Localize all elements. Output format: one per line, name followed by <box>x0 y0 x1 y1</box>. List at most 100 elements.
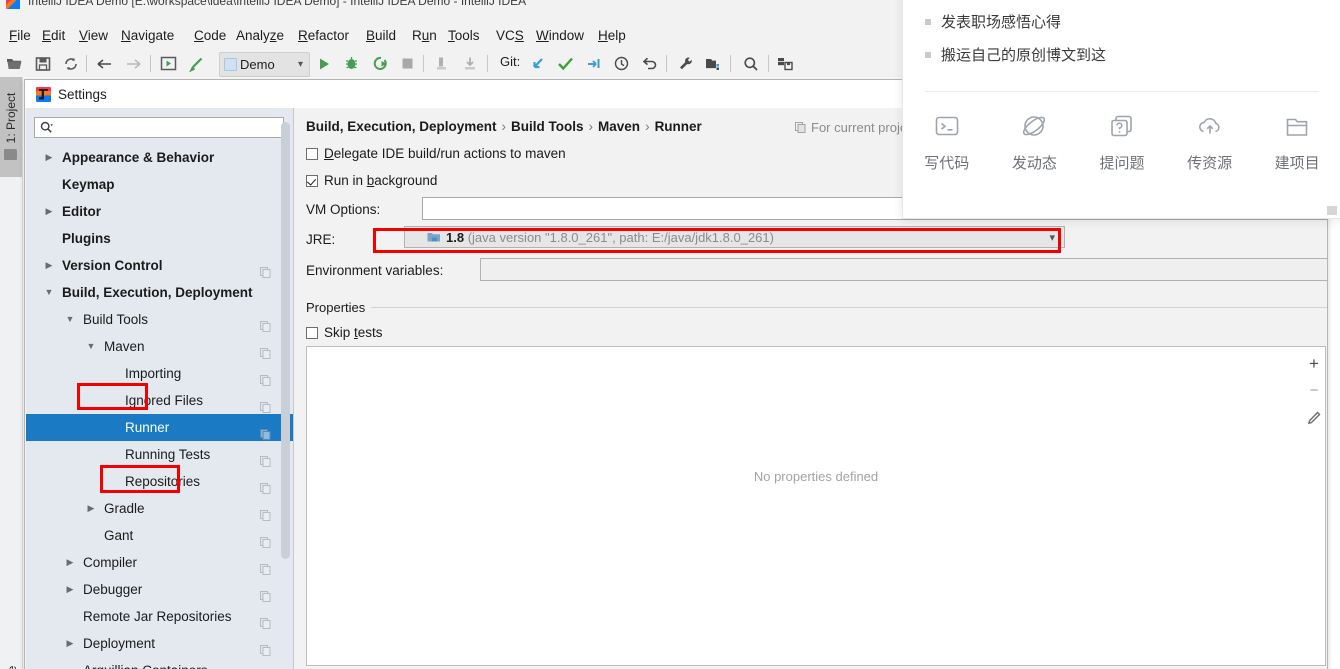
push-icon[interactable] <box>583 53 604 74</box>
back-arrow-icon[interactable] <box>94 53 115 74</box>
menu-tools[interactable]: Tools <box>444 25 484 47</box>
git-label: Git: <box>500 54 521 69</box>
rollback-icon[interactable] <box>639 53 660 74</box>
overlay-action-ask-question[interactable]: 提问题 <box>1078 111 1166 173</box>
tree-scrollbar[interactable] <box>281 122 290 559</box>
tree-item-editor[interactable]: ▶ Editor <box>26 198 293 225</box>
overlay-action-post-moment[interactable]: 发动态 <box>991 111 1079 173</box>
menu-help[interactable]: Help <box>594 25 630 47</box>
toolbar-separator-3 <box>423 55 424 72</box>
overlay-action-row: 写代码 发动态 提问题 传资源 建项目 <box>903 111 1340 173</box>
update-project-icon[interactable] <box>527 53 548 74</box>
sync-icon[interactable] <box>60 53 81 74</box>
checkbox-row-run-background[interactable]: Run in background <box>306 173 437 188</box>
overlay-scroll-indicator[interactable] <box>1327 206 1337 215</box>
history-icon[interactable] <box>611 53 632 74</box>
breadcrumb-item: Build Tools <box>511 119 584 134</box>
run-icon[interactable] <box>313 53 334 74</box>
tree-item-version-control[interactable]: ▶ Version Control <box>26 252 293 279</box>
edit-icon[interactable] <box>1301 404 1327 431</box>
project-structure-icon[interactable] <box>703 53 724 74</box>
tree-item-running-tests[interactable]: Running Tests <box>26 441 293 468</box>
tree-item-gant[interactable]: Gant <box>26 522 293 549</box>
menu-edit[interactable]: Edit <box>38 25 69 47</box>
overlay-action-label: 提问题 <box>1099 155 1145 172</box>
add-icon[interactable]: + <box>1301 350 1327 377</box>
overlay-action-create-project[interactable]: 建项目 <box>1253 111 1340 173</box>
chevron-down-icon: ▾ <box>1049 231 1055 244</box>
menu-code[interactable]: Code <box>190 25 230 47</box>
chevron-down-icon[interactable]: ▼ <box>64 306 76 333</box>
search-everywhere-icon[interactable] <box>740 53 761 74</box>
menu-analyze[interactable]: Analyze <box>232 25 288 47</box>
run-configuration-selector[interactable]: Demo ▾ <box>219 52 310 77</box>
jre-combobox[interactable]: 1.8 (java version "1.8.0_261", path: E:/… <box>404 226 1065 248</box>
chevron-right-icon[interactable]: ▶ <box>43 198 55 225</box>
chevron-down-icon[interactable]: ▼ <box>43 279 55 306</box>
chevron-right-icon[interactable]: ▶ <box>64 549 76 576</box>
run-in-background-checkbox[interactable] <box>306 174 318 187</box>
chevron-right-icon[interactable]: ▶ <box>64 576 76 603</box>
db-save-icon[interactable] <box>775 53 796 74</box>
overlay-list-item-2[interactable]: 搬运自己的原创博文到这 <box>925 44 1106 65</box>
overlay-action-write-code[interactable]: 写代码 <box>903 111 991 173</box>
run-config-label: Demo <box>240 57 275 72</box>
chevron-right-icon[interactable]: ▶ <box>43 252 55 279</box>
tree-item-arquillian-containers[interactable]: Arquillian Containers <box>26 657 293 669</box>
config-icon <box>224 58 237 71</box>
commit-icon[interactable] <box>555 53 576 74</box>
properties-table[interactable]: No properties defined <box>306 346 1326 666</box>
debug-icon[interactable] <box>341 53 362 74</box>
tree-item-runner[interactable]: Runner <box>26 414 293 441</box>
profile-icon <box>432 53 453 74</box>
menu-vcs[interactable]: VCS <box>492 25 528 47</box>
delegate-checkbox[interactable] <box>306 147 318 160</box>
tree-item-remote-jar-repositories[interactable]: Remote Jar Repositories <box>26 603 293 630</box>
menu-view[interactable]: View <box>75 25 112 47</box>
menu-run[interactable]: Run <box>408 25 441 47</box>
settings-tree[interactable]: ▶ Appearance & Behavior Keymap ▶ Editor Plugi… <box>26 144 293 669</box>
menu-navigate[interactable]: Navigate <box>117 25 178 47</box>
tree-item-build-execution-deployment[interactable]: ▼ Build, Execution, Deployment <box>26 279 293 306</box>
menu-window[interactable]: Window <box>532 25 588 47</box>
tree-item-gradle[interactable]: ▶ Gradle <box>26 495 293 522</box>
save-all-icon[interactable] <box>32 53 53 74</box>
tree-item-importing[interactable]: Importing <box>26 360 293 387</box>
remove-icon[interactable]: − <box>1301 377 1327 404</box>
tree-item-repositories[interactable]: Repositories <box>26 468 293 495</box>
open-folder-icon[interactable] <box>4 53 25 74</box>
jre-detail: (java version "1.8.0_261", path: E:/java… <box>467 229 774 245</box>
breadcrumb-separator: › <box>588 119 594 134</box>
tree-item-keymap[interactable]: Keymap <box>26 171 293 198</box>
checkbox-row-skip-tests[interactable]: Skip tests <box>306 325 383 340</box>
breadcrumb-item: Build, Execution, Deployment <box>306 119 497 134</box>
tool-window-button-structure[interactable]: Structure <box>0 637 22 669</box>
chevron-right-icon[interactable]: ▶ <box>43 144 55 171</box>
chevron-down-icon[interactable]: ▼ <box>85 333 97 360</box>
overlay-action-upload-resource[interactable]: 传资源 <box>1166 111 1254 173</box>
run-coverage-icon[interactable] <box>369 53 390 74</box>
skip-tests-checkbox[interactable] <box>306 326 318 339</box>
tree-item-plugins[interactable]: Plugins <box>26 225 293 252</box>
tool-window-button-project[interactable]: 1: Project <box>0 77 22 177</box>
tree-item-appearance-behavior[interactable]: ▶ Appearance & Behavior <box>26 144 293 171</box>
chevron-right-icon[interactable]: ▶ <box>85 495 97 522</box>
tree-item-compiler[interactable]: ▶ Compiler <box>26 549 293 576</box>
tree-item-deployment[interactable]: ▶ Deployment <box>26 630 293 657</box>
env-variables-input[interactable] <box>480 258 1327 281</box>
menu-file[interactable]: File <box>5 25 35 47</box>
settings-search-input[interactable] <box>34 117 284 138</box>
run-anything-icon[interactable] <box>158 53 179 74</box>
terminal-icon <box>932 111 962 141</box>
tree-item-ignored-files[interactable]: Ignored Files <box>26 387 293 414</box>
undo-hammer-icon[interactable] <box>186 53 207 74</box>
checkbox-row-delegate[interactable]: Delegate IDE build/run actions to maven <box>306 146 566 161</box>
overlay-list-item-1[interactable]: 发表职场感悟心得 <box>925 11 1061 32</box>
tree-item-debugger[interactable]: ▶ Debugger <box>26 576 293 603</box>
tree-item-maven[interactable]: ▼ Maven <box>26 333 293 360</box>
tree-item-build-tools[interactable]: ▼ Build Tools <box>26 306 293 333</box>
menu-refactor[interactable]: Refactor <box>294 25 353 47</box>
settings-wrench-icon[interactable] <box>675 53 696 74</box>
chevron-right-icon[interactable]: ▶ <box>64 630 76 657</box>
menu-build[interactable]: Build <box>362 25 400 47</box>
